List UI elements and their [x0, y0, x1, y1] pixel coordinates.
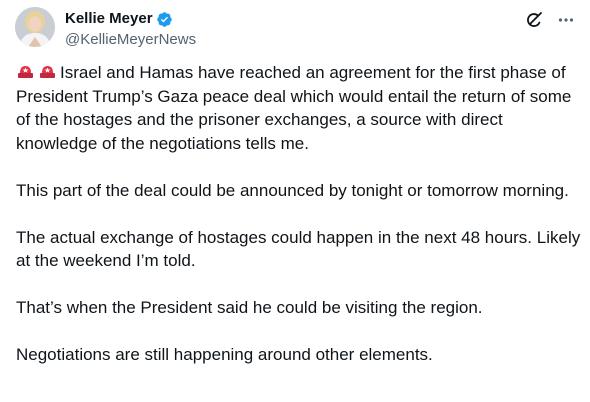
author-name[interactable]: Kellie Meyer — [65, 9, 153, 29]
verified-badge-icon[interactable] — [156, 11, 173, 28]
tweet-paragraph-4: That’s when the President said he could … — [16, 298, 483, 317]
author-handle[interactable]: @KellieMeyerNews — [65, 30, 196, 50]
tweet-paragraph-3: The actual exchange of hostages could ha… — [16, 227, 585, 271]
tweet-paragraph-1: Israel and Hamas have reached an agreeme… — [16, 61, 581, 155]
tweet-text: Israel and Hamas have reached an agreeme… — [16, 61, 581, 390]
name-row: Kellie Meyer — [65, 9, 196, 29]
tweet-paragraph-text: Israel and Hamas have reached an agreeme… — [16, 63, 577, 153]
tweet-actions — [524, 10, 576, 30]
tweet-paragraph-2: This part of the deal could be announced… — [16, 180, 569, 200]
avatar[interactable] — [15, 7, 55, 47]
tweet: Kellie Meyer @KellieMeyerNews Israel and… — [0, 0, 590, 402]
police-light-emoji — [38, 63, 57, 81]
police-light-emoji — [16, 63, 35, 81]
author-block: Kellie Meyer @KellieMeyerNews — [65, 9, 196, 50]
more-icon[interactable] — [556, 10, 576, 30]
grok-icon[interactable] — [524, 10, 544, 30]
tweet-paragraph-5: Negotiations are still happening around … — [16, 345, 433, 364]
